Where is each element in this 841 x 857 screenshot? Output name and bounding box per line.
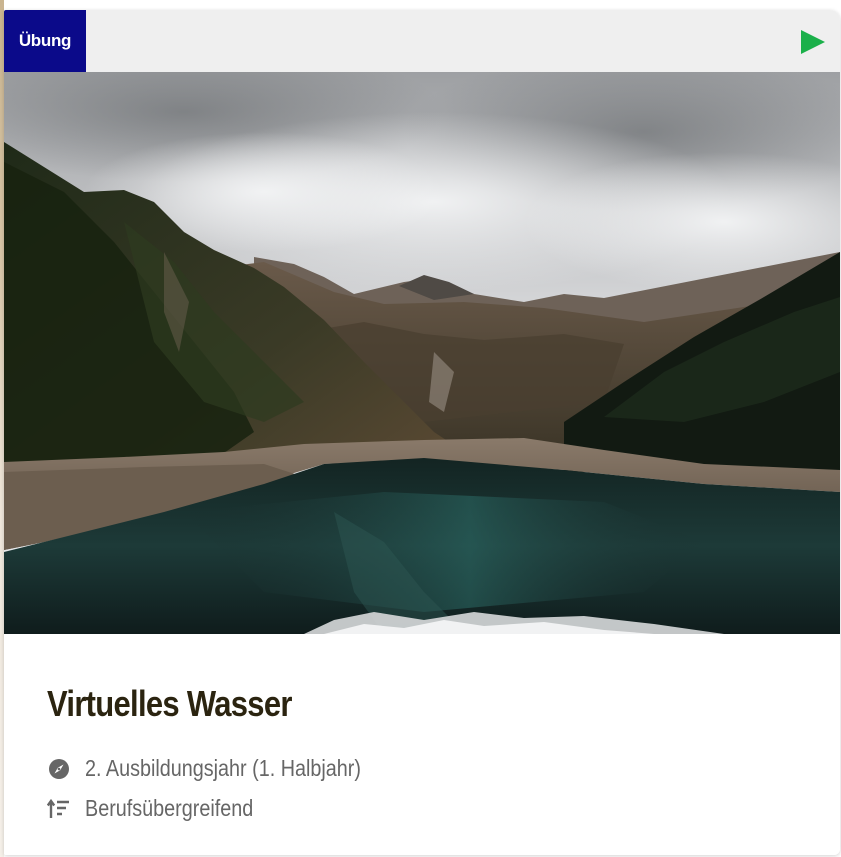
type-badge: Übung bbox=[4, 10, 86, 72]
card-image[interactable] bbox=[4, 72, 840, 634]
meta-subject-label: Berufsübergreifend bbox=[85, 795, 254, 821]
meta-year-label: 2. Ausbildungsjahr (1. Halbjahr) bbox=[85, 755, 361, 781]
exercise-card[interactable]: Übung Virtuelles Wasser 2. Ausbildungsja… bbox=[4, 10, 840, 855]
page: Übung Virtuelles Wasser 2. Ausbildungsja… bbox=[0, 0, 841, 857]
mountain-lake-image bbox=[4, 72, 840, 634]
card-content: Virtuelles Wasser 2. Ausbildungsjahr (1.… bbox=[4, 634, 840, 855]
compass-icon bbox=[47, 757, 71, 781]
play-icon bbox=[801, 30, 825, 54]
card-header: Übung bbox=[4, 10, 840, 72]
card-title[interactable]: Virtuelles Wasser bbox=[47, 683, 292, 725]
meta-subject: Berufsübergreifend bbox=[47, 795, 281, 822]
play-button[interactable] bbox=[798, 28, 826, 56]
meta-year: 2. Ausbildungsjahr (1. Halbjahr) bbox=[47, 755, 406, 782]
sort-icon bbox=[47, 797, 71, 821]
